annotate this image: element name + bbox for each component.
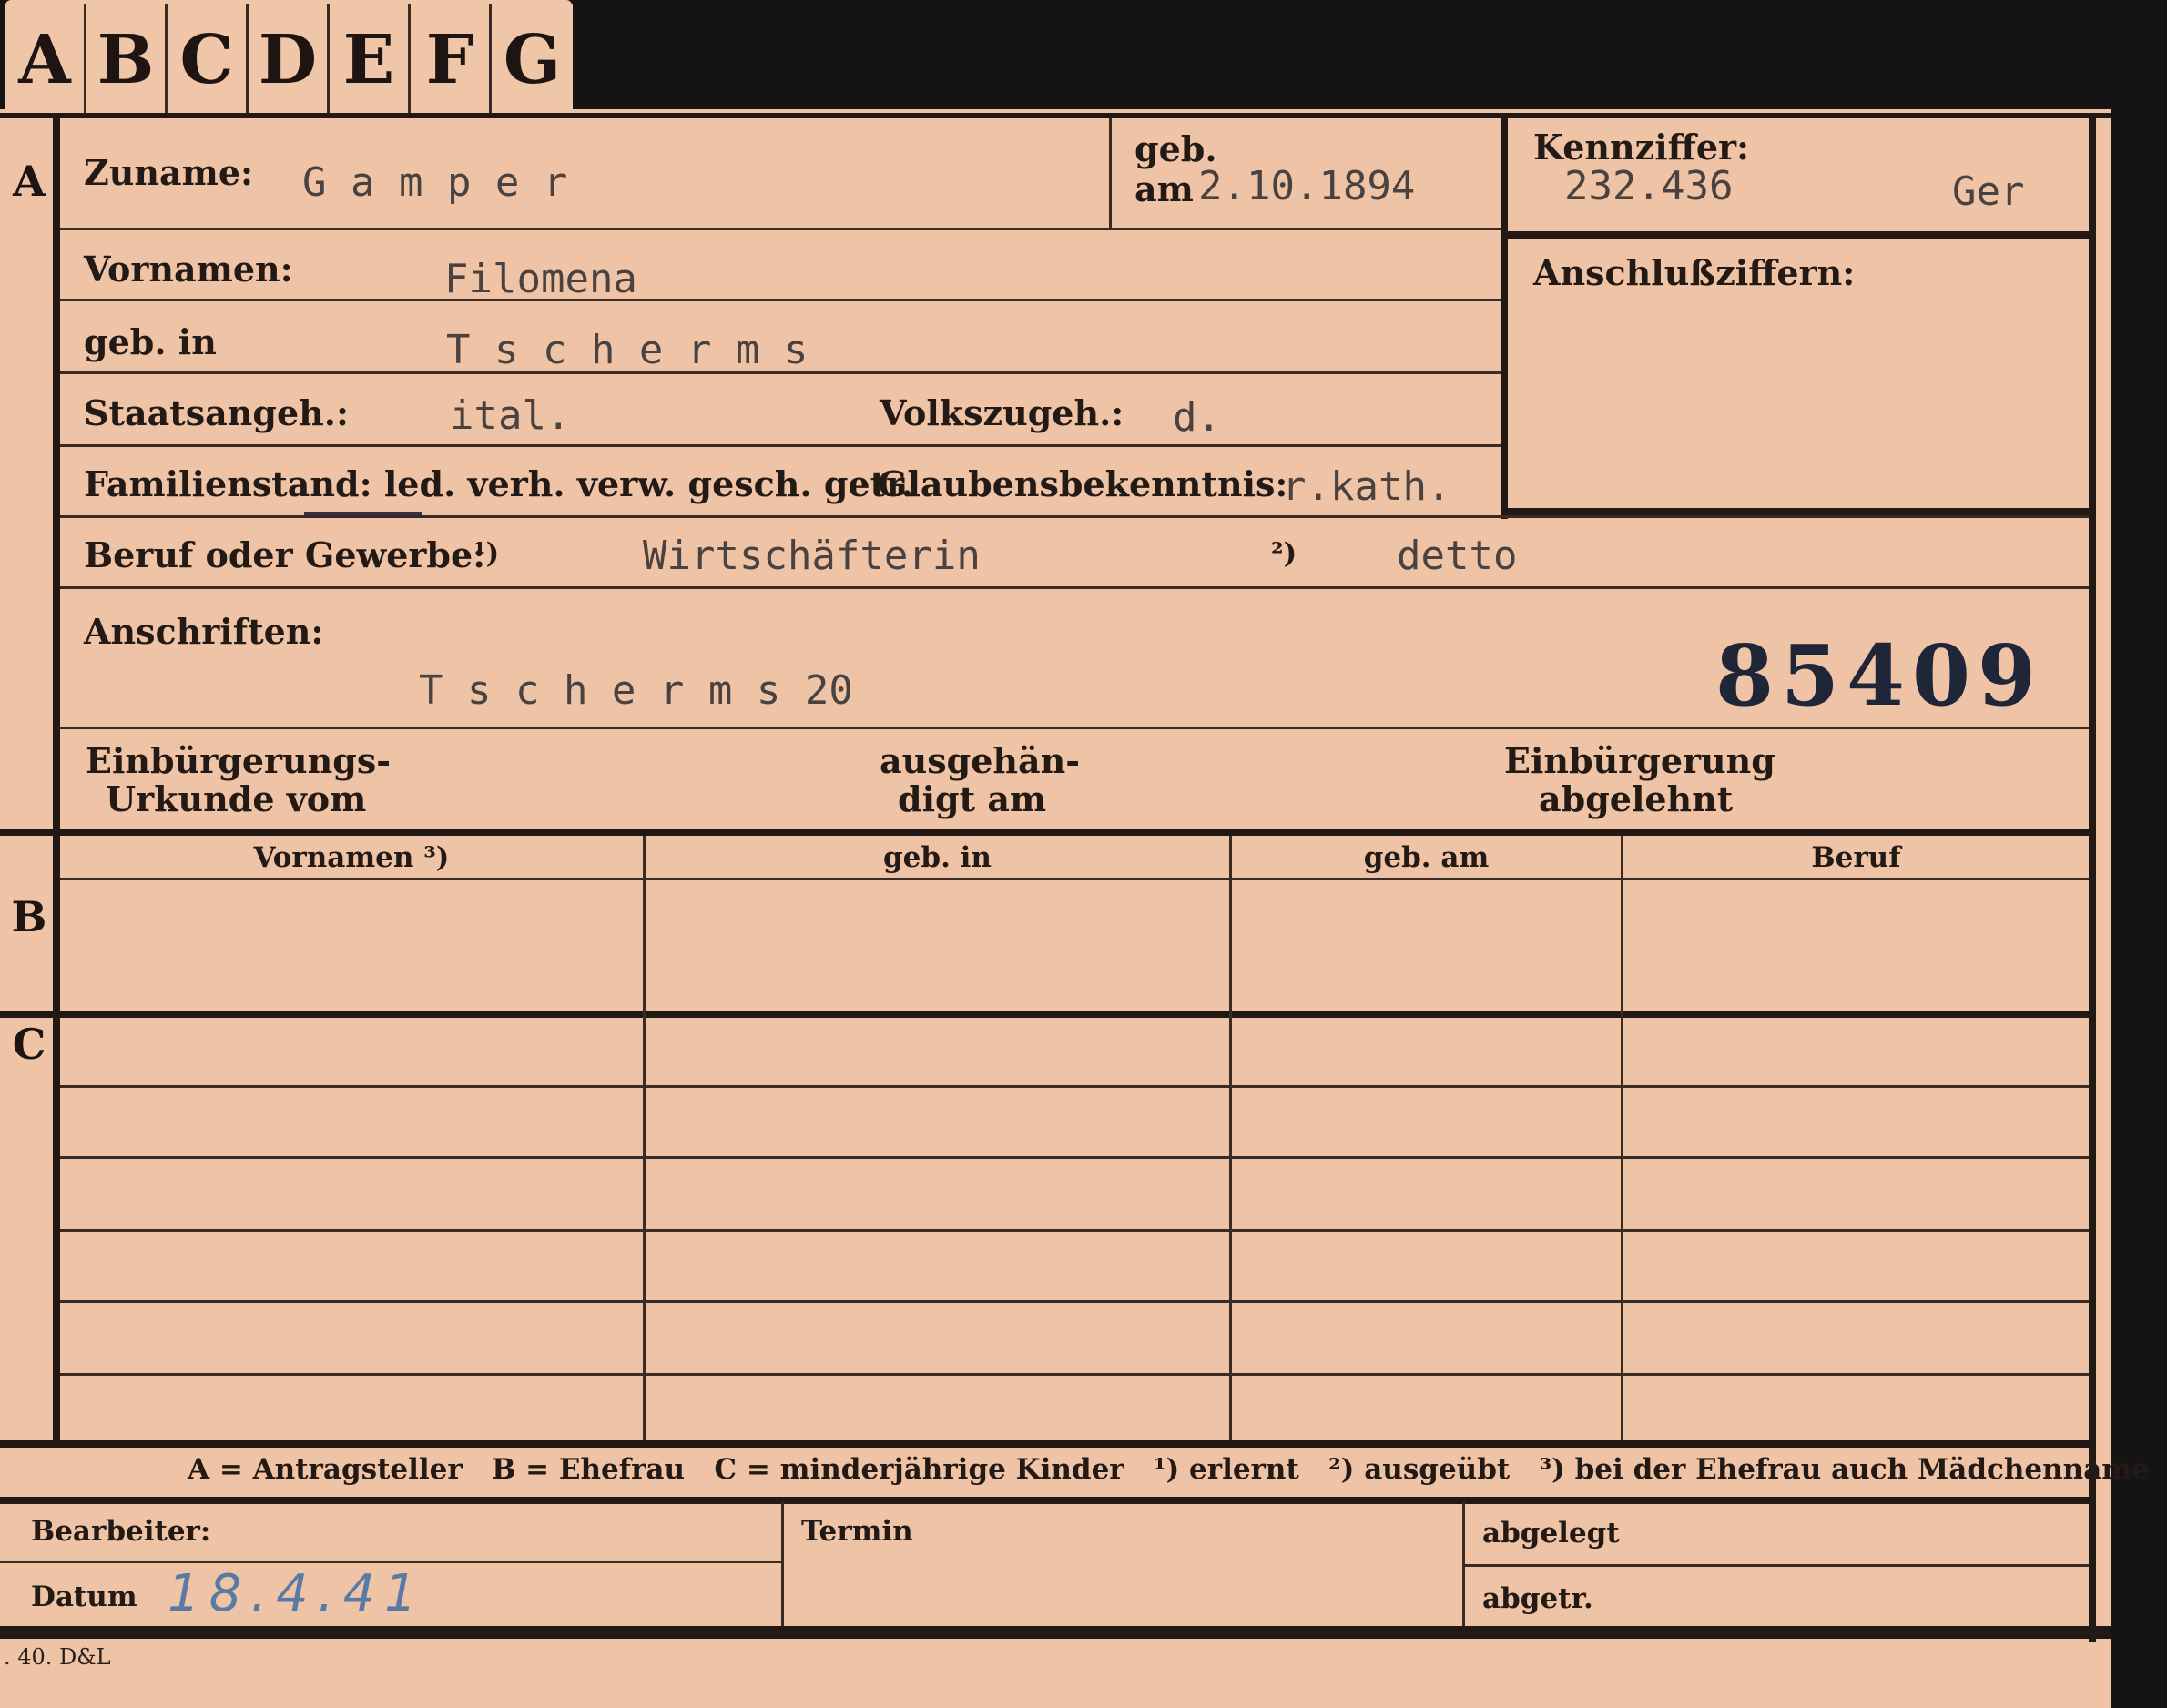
rule-c-row1 [60, 1085, 2089, 1088]
rule-row2 [60, 299, 1501, 301]
volks-label: Volkszugeh.: [880, 392, 1124, 433]
rule-geb-divider [1109, 118, 1112, 229]
geb-am-value: 2.10.1894 [1198, 163, 1416, 209]
rule-footer-mid-right [1462, 1564, 2089, 1567]
abgelegt-label: abgelegt [1482, 1517, 1620, 1550]
rule-row6 [60, 586, 2089, 589]
table-header-gebin: geb. in [883, 841, 992, 874]
rule-footer-mid-left [0, 1561, 781, 1563]
staats-label: Staatsangeh.: [84, 392, 350, 433]
beruf-value-1: Wirtschäfterin [643, 533, 981, 579]
rule-row1 [60, 228, 1501, 230]
print-code: . 40. D&L [4, 1644, 111, 1670]
kennziffer-value: 232.436 [1564, 163, 1734, 209]
rule-c-row5 [60, 1373, 2089, 1376]
geb-am-label: am [1134, 168, 1194, 209]
anschluss-label: Anschlußziffern: [1533, 252, 1856, 293]
section-letter-a: A [13, 157, 46, 206]
einb-abgel-line2: abgelehnt [1539, 778, 1734, 819]
vornamen-label: Vornamen: [84, 249, 293, 290]
frame-top [0, 113, 2111, 118]
abgetr-label: abgetr. [1482, 1582, 1593, 1615]
bearbeiter-label: Bearbeiter: [31, 1515, 211, 1548]
rule-section-c-top [0, 1011, 2092, 1018]
rule-kennziffer-bottom [1501, 231, 2092, 239]
table-header-vornamen: Vornamen ³) [253, 841, 450, 874]
zuname-label: Zuname: [84, 152, 254, 193]
zuname-value: G a m p e r [302, 159, 568, 206]
ausgeh-line1: ausgehän- [880, 740, 1081, 781]
rule-row5 [60, 515, 2089, 518]
familien-led-underline [304, 512, 422, 515]
tab-f[interactable]: F [411, 4, 492, 115]
beruf-mark-2: ²) [1271, 537, 1297, 570]
glauben-label: Glaubensbekenntnis: [878, 463, 1288, 504]
rule-row7 [60, 727, 2089, 729]
beruf-value-2: detto [1397, 533, 1518, 579]
anschriften-label: Anschriften: [84, 611, 324, 652]
rule-legend-bottom [0, 1497, 2092, 1504]
tab-g[interactable]: G [492, 4, 573, 115]
rule-c-row2 [60, 1156, 2089, 1159]
rule-row4 [60, 444, 1501, 447]
legend: A = Antragsteller B = Ehefrau C = minder… [188, 1453, 2150, 1486]
datum-label: Datum [31, 1581, 137, 1613]
gebin-value: T s c h e r m s [446, 327, 809, 373]
rule-c-row4 [60, 1300, 2089, 1303]
einb-urkunde-line1: Einbürgerungs- [86, 740, 392, 781]
glauben-value: r.kath. [1282, 463, 1451, 510]
tab-a[interactable]: A [5, 4, 86, 115]
tab-b[interactable]: B [86, 4, 168, 115]
table-header-beruf: Beruf [1811, 841, 1901, 874]
vornamen-value: Filomena [444, 256, 637, 302]
tab-e[interactable]: E [330, 4, 411, 115]
rule-section-b-top [0, 829, 2092, 836]
rule-anschluss-bottom [1501, 508, 2092, 515]
kennziffer-suffix: Ger [1952, 168, 2025, 215]
section-letter-b: B [11, 892, 47, 941]
frame-left-column-rule [53, 113, 60, 1444]
tab-d[interactable]: D [249, 4, 330, 115]
kennziffer-label: Kennziffer: [1533, 127, 1750, 168]
beruf-mark-1: ¹) [473, 537, 500, 570]
termin-label: Termin [801, 1515, 913, 1548]
datum-value: 18.4.41 [168, 1564, 426, 1623]
einb-abgel-line1: Einbürgerung [1504, 740, 1775, 781]
rule-kennziffer-box [1501, 118, 1508, 519]
staats-value: ital. [450, 392, 571, 439]
gebin-label: geb. in [84, 321, 217, 362]
rule-footer-col1 [781, 1502, 784, 1626]
frame-right [2089, 113, 2096, 1642]
ausgeh-line2: digt am [898, 778, 1047, 819]
einb-urkunde-line2: Urkunde vom [106, 778, 367, 819]
volks-value: d. [1173, 394, 1221, 441]
frame-bottom [0, 1626, 2111, 1639]
tab-c[interactable]: C [168, 4, 249, 115]
familien-label: Familienstand: led. verh. verw. gesch. g… [84, 463, 913, 504]
rule-table-header [60, 878, 2089, 880]
table-row-b[interactable] [60, 881, 2089, 1011]
rule-legend-top [0, 1440, 2092, 1448]
section-letter-c: C [12, 1020, 46, 1069]
beruf-label: Beruf oder Gewerbe: [84, 534, 486, 575]
stamp-number: 85409 [1715, 626, 2044, 725]
rule-c-row3 [60, 1229, 2089, 1232]
table-header-gebam: geb. am [1363, 841, 1490, 874]
anschriften-value: T s c h e r m s 20 [419, 667, 853, 714]
